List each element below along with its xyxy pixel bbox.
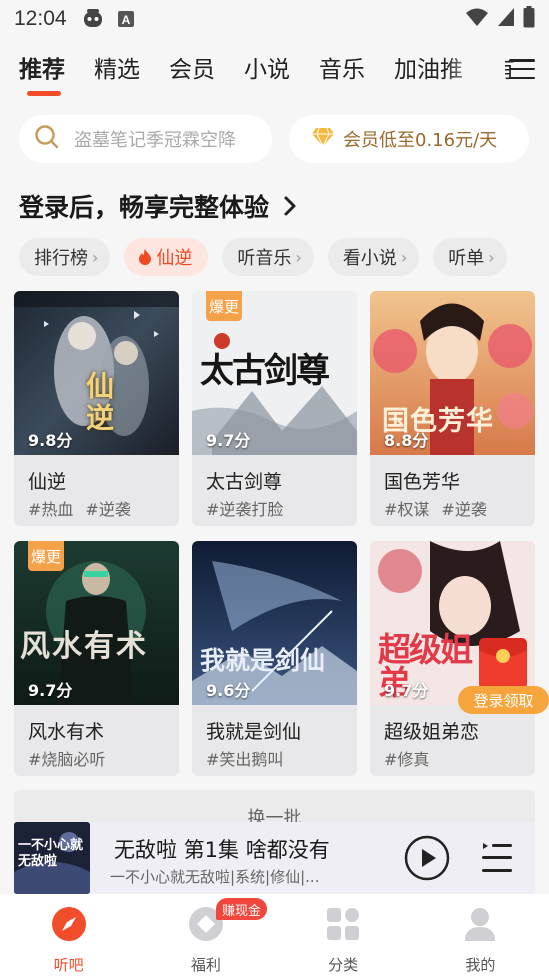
player-subtitle: 一不小心就无敌啦|系统|修仙|... — [110, 868, 320, 886]
chevron-right-icon: › — [400, 247, 408, 267]
bottom-nav: 听吧 福利 分类 我的 — [0, 894, 549, 976]
chip-music[interactable]: 听音乐 › — [222, 238, 314, 276]
search-input[interactable]: 盗墓笔记季冠霖空降 — [19, 115, 272, 163]
diamond-icon — [311, 127, 335, 151]
search-icon — [34, 124, 60, 154]
player-cover: 一不小心就无敌啦 — [14, 822, 90, 894]
nav-category[interactable]: 分类 — [275, 894, 412, 976]
chevron-right-icon: › — [92, 247, 99, 267]
svg-text:A: A — [121, 13, 130, 27]
score-badge: 9.7分 — [28, 681, 73, 700]
earn-cash-badge: 赚现金 — [216, 898, 268, 920]
app-notification-icon — [81, 7, 105, 31]
update-badge: 爆更 — [206, 291, 242, 321]
book-card[interactable]: 国色芳华 8.8分 国色芳华 #权谋 #逆袭 — [370, 291, 535, 526]
flame-icon — [138, 248, 152, 266]
book-card[interactable]: 我就是剑仙 9.6分 我就是剑仙 #笑出鹅叫 — [192, 541, 357, 776]
status-time: 12:04 — [14, 7, 67, 30]
nav-label: 福利 — [190, 956, 221, 974]
chevron-right-icon — [283, 195, 297, 217]
red-packet-icon[interactable] — [477, 634, 529, 692]
book-tags: #烧脑必听 — [28, 750, 106, 769]
chip-novel[interactable]: 看小说 › — [327, 238, 420, 276]
book-title: 国色芳华 — [384, 471, 461, 493]
nav-label: 听吧 — [53, 956, 84, 974]
score-badge: 8.8分 — [384, 431, 429, 450]
score-badge: 9.7分 — [384, 681, 429, 700]
login-claim-button[interactable]: 登录领取 — [458, 686, 549, 714]
book-card[interactable]: 太古剑尊 爆更 9.7分 太古剑尊 #逆袭打脸 — [192, 291, 357, 526]
font-a-icon: A — [117, 10, 135, 28]
chip-label: 排行榜 — [34, 248, 88, 269]
chip-ranking[interactable]: 排行榜 › — [19, 238, 111, 276]
tabs-fade — [445, 48, 505, 94]
chevron-right-icon: › — [295, 247, 302, 267]
quick-chips: 排行榜 › 仙逆 听音乐 › 看小说 › 听单 › — [19, 238, 507, 276]
nav-listen[interactable]: 听吧 — [0, 894, 137, 976]
chip-playlist[interactable]: 听单 › — [433, 238, 507, 276]
chip-xianni[interactable]: 仙逆 — [124, 238, 209, 276]
update-badge: 爆更 — [28, 541, 64, 571]
book-tags: #逆袭打脸 — [206, 500, 284, 519]
signal-icon — [497, 7, 515, 32]
login-banner-text: 登录后，畅享完整体验 — [19, 193, 270, 222]
battery-icon — [523, 5, 535, 33]
book-title: 太古剑尊 — [206, 471, 283, 493]
status-bar: 12:04 A — [0, 0, 549, 38]
score-badge: 9.6分 — [206, 681, 251, 700]
mini-player[interactable]: 一不小心就无敌啦 无敌啦 第1集 啥都没有 一不小心就无敌啦|系统|修仙|... — [14, 822, 535, 894]
nav-label: 分类 — [328, 956, 359, 974]
book-title: 超级姐弟恋 — [384, 721, 480, 743]
book-tags: #权谋 #逆袭 — [384, 500, 487, 519]
compass-icon — [51, 906, 87, 946]
login-banner[interactable]: 登录后，畅享完整体验 — [19, 186, 297, 226]
vip-promo-button[interactable]: 会员低至0.16元/天 — [289, 115, 529, 163]
search-placeholder: 盗墓笔记季冠霖空降 — [74, 130, 236, 151]
playlist-icon[interactable] — [480, 841, 514, 879]
chip-label: 仙逆 — [156, 248, 193, 269]
menu-icon[interactable] — [509, 56, 535, 82]
book-tags: #修真 — [384, 750, 430, 769]
tab-music[interactable]: 音乐 — [319, 48, 365, 92]
vip-promo-label: 会员低至0.16元/天 — [343, 130, 498, 151]
nav-label: 我的 — [465, 956, 496, 974]
player-title: 无敌啦 第1集 啥都没有 — [114, 838, 330, 862]
profile-icon — [462, 906, 498, 946]
wifi-icon — [465, 7, 489, 32]
tab-member[interactable]: 会员 — [169, 48, 215, 92]
book-tags: #热血 #逆袭 — [28, 500, 131, 519]
book-tags: #笑出鹅叫 — [206, 750, 284, 769]
chip-label: 听音乐 — [237, 248, 292, 269]
tab-recommend[interactable]: 推荐 — [19, 48, 65, 96]
book-title: 风水有术 — [28, 721, 105, 743]
book-card[interactable]: 风水有术 爆更 9.7分 风水有术 #烧脑必听 — [14, 541, 179, 776]
chevron-right-icon: › — [488, 247, 495, 267]
score-badge: 9.8分 — [28, 431, 73, 450]
grid-icon — [325, 906, 361, 946]
tab-featured[interactable]: 精选 — [94, 48, 140, 92]
chip-label: 听单 — [448, 248, 485, 269]
chip-label: 看小说 — [342, 248, 397, 269]
book-title: 仙逆 — [28, 471, 67, 493]
nav-profile[interactable]: 我的 — [412, 894, 549, 976]
book-card[interactable]: 仙逆 9.8分 仙逆 #热血 #逆袭 — [14, 291, 179, 526]
play-button[interactable] — [404, 835, 450, 885]
tab-novel[interactable]: 小说 — [244, 48, 290, 92]
score-badge: 9.7分 — [206, 431, 251, 450]
book-title: 我就是剑仙 — [206, 721, 302, 743]
